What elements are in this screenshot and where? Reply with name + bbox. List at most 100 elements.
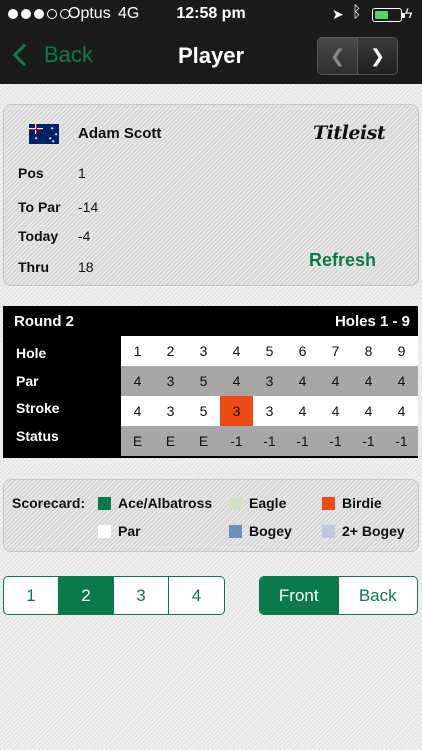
par-cell: 3 <box>154 366 187 396</box>
hole-cell: 8 <box>352 336 385 366</box>
stroke-cell: 3 <box>253 396 286 426</box>
stat-value-thru: 18 <box>78 259 94 275</box>
status-bar: Optus 4G 12:58 pm ➤ ᛒ ϟ <box>0 0 422 30</box>
round-tab-1[interactable]: 1 <box>4 577 59 614</box>
stroke-cell: 4 <box>385 396 418 426</box>
legend-swatch <box>98 524 111 538</box>
stroke-cell: 4 <box>352 396 385 426</box>
legend-item-bogey: Bogey <box>229 523 292 539</box>
legend-label: Birdie <box>342 495 382 511</box>
par-cell: 5 <box>187 366 220 396</box>
legend-label: Ace/Albatross <box>118 495 213 511</box>
hole-cell: 9 <box>385 336 418 366</box>
status-cell: -1 <box>220 426 253 456</box>
status-cell: -1 <box>253 426 286 456</box>
par-cell: 4 <box>220 366 253 396</box>
par-cell: 4 <box>286 366 319 396</box>
legend-item-eagle: Eagle <box>229 495 286 511</box>
stroke-cell: 4 <box>286 396 319 426</box>
par-cell: 4 <box>319 366 352 396</box>
chevron-right-icon: ❯ <box>369 45 386 66</box>
hole-cell: 2 <box>154 336 187 366</box>
legend-label: Bogey <box>249 523 292 539</box>
scorecard-header: Round 2 Holes 1 - 9 <box>3 306 418 336</box>
legend-item-par: Par <box>98 523 141 539</box>
round-tab-4[interactable]: 4 <box>169 577 224 614</box>
status-cell: E <box>154 426 187 456</box>
top-bar: Optus 4G 12:58 pm ➤ ᛒ ϟ Back Player ❮ ❯ <box>0 0 422 84</box>
bluetooth-icon: ᛒ <box>352 4 362 21</box>
stat-value-pos: 1 <box>78 165 86 181</box>
par-row: 4 3 5 4 3 4 4 4 4 <box>121 366 418 396</box>
round-tab-2[interactable]: 2 <box>59 577 114 614</box>
hole-cell: 4 <box>220 336 253 366</box>
hole-row: 1 2 3 4 5 6 7 8 9 <box>121 336 418 366</box>
stroke-cell: 3 <box>220 396 253 426</box>
hole-cell: 5 <box>253 336 286 366</box>
par-cell: 4 <box>352 366 385 396</box>
hole-cell: 1 <box>121 336 154 366</box>
stroke-cell: 4 <box>121 396 154 426</box>
stat-label-today: Today <box>18 228 59 244</box>
next-player-button[interactable]: ❯ <box>358 38 397 74</box>
legend-label: Eagle <box>249 495 287 511</box>
row-label-status: Status <box>16 428 59 444</box>
front-nine-tab[interactable]: Front <box>260 577 339 614</box>
legend-swatch <box>98 496 111 510</box>
refresh-button[interactable]: Refresh <box>309 250 376 271</box>
par-cell: 4 <box>385 366 418 396</box>
status-row: E E E -1 -1 -1 -1 -1 -1 <box>121 426 418 456</box>
row-label-hole: Hole <box>16 345 47 361</box>
battery-icon <box>372 8 405 22</box>
stat-value-today: -4 <box>78 228 91 244</box>
hole-cell: 7 <box>319 336 352 366</box>
hole-cell: 6 <box>286 336 319 366</box>
legend-label: 2+ Bogey <box>342 523 405 539</box>
legend-item-2plus-bogey: 2+ Bogey <box>322 523 405 539</box>
legend-title: Scorecard: <box>12 495 86 511</box>
par-cell: 3 <box>253 366 286 396</box>
charging-bolt-icon: ϟ <box>405 5 413 21</box>
stat-label-pos: Pos <box>18 165 44 181</box>
status-cell: -1 <box>352 426 385 456</box>
scorecard-grid: Round 2 Holes 1 - 9 Hole Par Stroke Stat… <box>3 306 418 458</box>
status-cell: -1 <box>319 426 352 456</box>
back-nine-tab[interactable]: Back <box>339 577 418 614</box>
round-tab-3[interactable]: 3 <box>114 577 169 614</box>
stroke-cell: 3 <box>154 396 187 426</box>
nine-selector: Front Back <box>259 576 418 615</box>
scorecard-legend: Scorecard: Ace/Albatross Eagle Birdie Pa… <box>3 479 419 552</box>
legend-swatch <box>229 524 242 538</box>
stat-value-to-par: -14 <box>78 199 99 215</box>
player-card: ✦ ✦ ✦ ✦ ✦ Adam Scott Titleist Pos 1 To P… <box>3 104 419 286</box>
row-label-stroke: Stroke <box>16 400 60 416</box>
location-arrow-icon: ➤ <box>332 6 344 22</box>
status-cell: -1 <box>286 426 319 456</box>
round-label: Round 2 <box>14 313 74 330</box>
legend-swatch <box>322 496 335 510</box>
legend-label: Par <box>118 523 141 539</box>
chevron-left-icon: ❮ <box>329 45 346 66</box>
stat-label-thru: Thru <box>18 259 50 275</box>
holes-range-label: Holes 1 - 9 <box>334 313 410 330</box>
battery-level <box>375 11 389 19</box>
row-label-par: Par <box>16 373 39 389</box>
stroke-cell: 4 <box>319 396 352 426</box>
hole-cell: 3 <box>187 336 220 366</box>
legend-swatch <box>229 496 242 510</box>
stroke-cell: 5 <box>187 396 220 426</box>
nav-bar: Back Player ❮ ❯ <box>0 30 422 84</box>
par-cell: 4 <box>121 366 154 396</box>
player-pager: ❮ ❯ <box>317 37 398 75</box>
status-cell: E <box>187 426 220 456</box>
round-selector: 1 2 3 4 <box>3 576 225 615</box>
status-cell: E <box>121 426 154 456</box>
legend-item-birdie: Birdie <box>322 495 382 511</box>
status-cell: -1 <box>385 426 418 456</box>
stat-label-to-par: To Par <box>18 199 61 215</box>
legend-item-ace-albatross: Ace/Albatross <box>98 495 212 511</box>
player-name: Adam Scott <box>78 125 162 142</box>
legend-swatch <box>322 524 335 538</box>
australia-flag-icon: ✦ ✦ ✦ ✦ ✦ <box>29 124 59 144</box>
previous-player-button[interactable]: ❮ <box>318 38 358 74</box>
